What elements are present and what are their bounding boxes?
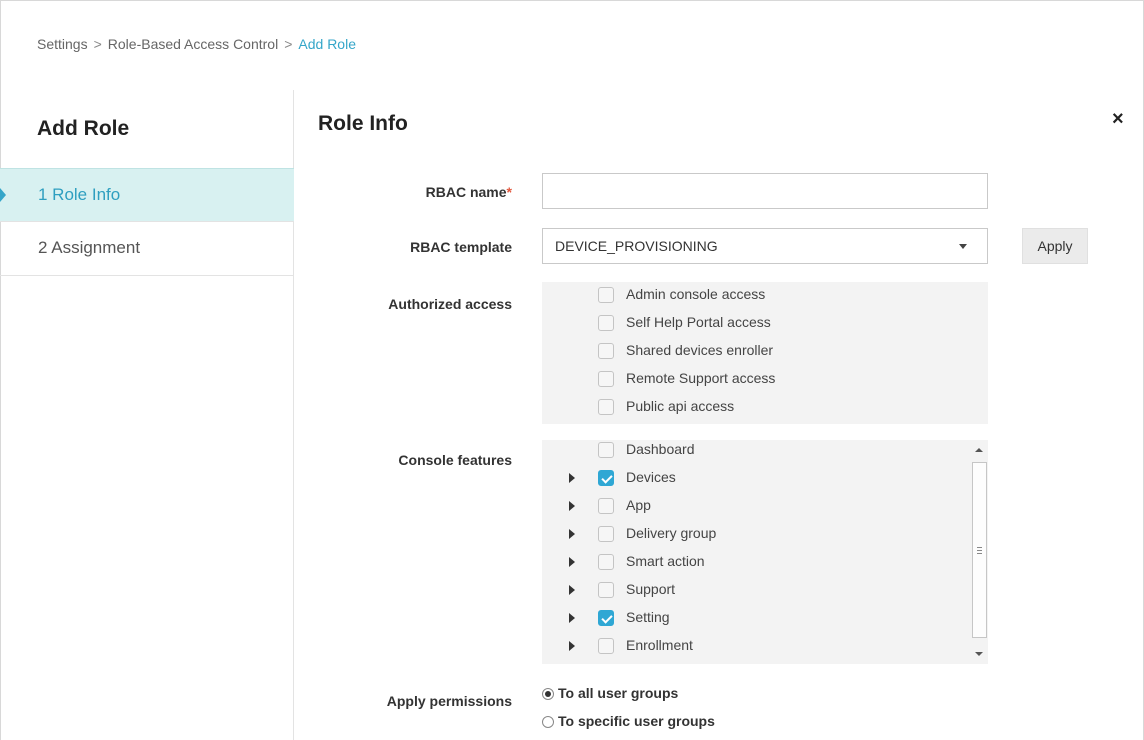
tree-item-label: Smart action (626, 553, 705, 569)
rbac-name-label: RBAC name* (426, 184, 512, 200)
radio-label: To specific user groups (558, 713, 715, 729)
breadcrumb-separator: > (93, 36, 102, 52)
app-checkbox[interactable] (598, 498, 614, 514)
close-icon[interactable]: × (1112, 108, 1124, 131)
rbac-template-label: RBAC template (410, 239, 512, 255)
step-assignment[interactable]: 2 Assignment (0, 222, 294, 276)
required-mark: * (506, 184, 512, 200)
smart-action-checkbox[interactable] (598, 554, 614, 570)
tree-item[interactable]: Delivery group (542, 521, 962, 549)
enrollment-checkbox[interactable] (598, 638, 614, 654)
list-item[interactable]: Self Help Portal access (542, 310, 962, 338)
breadcrumb-current: Add Role (298, 36, 356, 52)
tree-item[interactable]: Smart action (542, 549, 962, 577)
tree-item-label: Support (626, 581, 676, 597)
console-features-scrollbar[interactable] (970, 440, 988, 664)
apply-permissions-label: Apply permissions (386, 693, 512, 709)
list-item[interactable]: Shared devices enroller (542, 338, 962, 366)
tree-item-label: App (626, 497, 651, 513)
tree-item-label: Enrollment (626, 637, 693, 653)
tree-item-label: Delivery group (626, 525, 717, 541)
wizard-sidebar: Add Role 1 Role Info 2 Assignment (0, 90, 294, 740)
radio-label: To all user groups (558, 685, 679, 701)
grip-line (977, 553, 982, 554)
expand-arrow-icon[interactable] (569, 641, 575, 651)
expand-arrow-icon[interactable] (569, 501, 575, 511)
list-item-label: Admin console access (626, 286, 766, 302)
list-item[interactable]: Public api access (542, 394, 962, 422)
self-help-portal-access-checkbox[interactable] (598, 315, 614, 331)
grip-line (977, 547, 982, 548)
list-item-label: Self Help Portal access (626, 314, 771, 330)
tree-item[interactable]: App (542, 493, 962, 521)
breadcrumb-separator: > (284, 36, 293, 52)
tree-item-label: Setting (626, 609, 670, 625)
console-features-tree: Dashboard Devices App Delivery group Sma… (542, 440, 988, 664)
expand-arrow-icon[interactable] (569, 529, 575, 539)
tree-item[interactable]: Support (542, 577, 962, 605)
expand-arrow-icon[interactable] (569, 557, 575, 567)
rbac-template-value: DEVICE_PROVISIONING (555, 238, 718, 254)
authorized-access-label: Authorized access (388, 296, 512, 312)
tree-item[interactable]: Devices (542, 465, 962, 493)
tree-item[interactable]: Dashboard (542, 440, 962, 465)
tree-item[interactable]: Setting (542, 605, 962, 633)
devices-checkbox[interactable] (598, 470, 614, 486)
all-user-groups-radio[interactable] (542, 688, 554, 700)
expand-arrow-icon[interactable] (569, 613, 575, 623)
tree-item-label: Dashboard (626, 441, 695, 457)
authorized-access-list: Admin console access Self Help Portal ac… (542, 282, 988, 424)
remote-support-access-checkbox[interactable] (598, 371, 614, 387)
shared-devices-enroller-checkbox[interactable] (598, 343, 614, 359)
rbac-name-label-text: RBAC name (425, 184, 507, 200)
public-api-access-checkbox[interactable] (598, 399, 614, 415)
grip-line (977, 550, 982, 551)
list-item-label: Shared devices enroller (626, 342, 774, 358)
page-title: Role Info (318, 112, 408, 135)
list-item-label: Public api access (626, 398, 735, 414)
setting-checkbox[interactable] (598, 610, 614, 626)
list-item[interactable]: Admin console access (542, 282, 962, 310)
scroll-up-arrow-icon[interactable] (975, 448, 983, 452)
apply-button[interactable]: Apply (1022, 228, 1088, 264)
tree-item-label: Devices (626, 469, 676, 485)
list-item[interactable]: Remote Support access (542, 366, 962, 394)
chevron-down-icon (959, 244, 967, 249)
expand-arrow-icon[interactable] (569, 473, 575, 483)
sidebar-title: Add Role (37, 117, 130, 140)
specific-user-groups-radio[interactable] (542, 716, 554, 728)
dashboard-checkbox[interactable] (598, 442, 614, 458)
scrollbar-thumb[interactable] (972, 462, 987, 638)
breadcrumb-rbac[interactable]: Role-Based Access Control (108, 36, 278, 52)
console-features-label: Console features (398, 452, 512, 468)
breadcrumb-settings[interactable]: Settings (37, 36, 88, 52)
expand-arrow-icon[interactable] (569, 585, 575, 595)
rbac-template-select[interactable]: DEVICE_PROVISIONING (542, 228, 988, 264)
breadcrumb: Settings > Role-Based Access Control > Add R… (37, 36, 356, 52)
admin-console-access-checkbox[interactable] (598, 287, 614, 303)
list-item-label: Remote Support access (626, 370, 776, 386)
scroll-down-arrow-icon[interactable] (975, 652, 983, 656)
support-checkbox[interactable] (598, 582, 614, 598)
step-role-info[interactable]: 1 Role Info (0, 168, 294, 222)
rbac-name-input[interactable] (542, 173, 988, 209)
tree-item[interactable]: Enrollment (542, 633, 962, 661)
delivery-group-checkbox[interactable] (598, 526, 614, 542)
